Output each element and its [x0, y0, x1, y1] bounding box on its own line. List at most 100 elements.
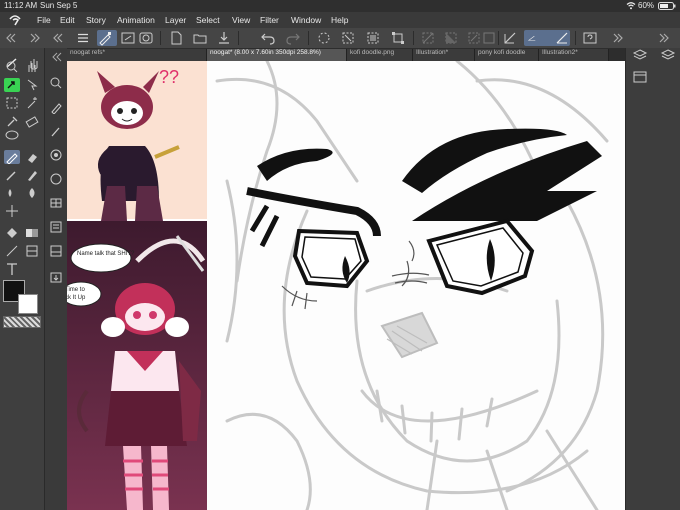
- transform-tool-icon[interactable]: [4, 204, 20, 218]
- menu-filter[interactable]: Filter: [260, 15, 279, 25]
- eraser-icon[interactable]: [24, 150, 40, 164]
- color-wheel-icon[interactable]: [48, 148, 64, 162]
- fill-bucket-icon[interactable]: [4, 226, 20, 240]
- speech-bubble-text-2: Time to: [67, 287, 85, 293]
- blend-icon[interactable]: [24, 186, 40, 200]
- tab-label: noogat refs*: [70, 49, 106, 56]
- reference-image-panel[interactable]: ?? Name talk that SHIT? Time to ck It Up: [67, 61, 207, 510]
- color-circle-icon[interactable]: [138, 30, 154, 46]
- magic-wand-icon[interactable]: [24, 96, 40, 110]
- transform-icon[interactable]: [390, 30, 406, 46]
- collapse-left-2-icon[interactable]: [49, 30, 63, 46]
- collapse-icon[interactable]: [48, 50, 64, 64]
- color-slider-icon[interactable]: [48, 172, 64, 186]
- menu-animation[interactable]: Animation: [117, 15, 155, 25]
- menu-help[interactable]: Help: [331, 15, 348, 25]
- menu-view[interactable]: View: [232, 15, 250, 25]
- drawing-canvas[interactable]: [207, 61, 625, 510]
- speech-bubble-text-3: ck It Up: [67, 295, 86, 301]
- help-icon[interactable]: [582, 30, 598, 46]
- brush-shape-icon[interactable]: [48, 124, 64, 138]
- tab-label: pony kofi doodle: [478, 49, 526, 56]
- brush-icon[interactable]: [24, 168, 40, 182]
- canvas-artwork: [207, 61, 625, 510]
- line-icon[interactable]: [4, 244, 20, 258]
- transparent-color-swatch[interactable]: [3, 316, 41, 328]
- tab-illustration2[interactable]: Illustration2*: [539, 49, 609, 61]
- undo-icon[interactable]: [260, 30, 276, 46]
- menu-window[interactable]: Window: [291, 15, 321, 25]
- intermediate-color-icon[interactable]: [48, 244, 64, 258]
- sub-color-swatch[interactable]: [18, 294, 38, 314]
- save-icon[interactable]: [216, 30, 232, 46]
- tab-noogat[interactable]: noogat* (8.00 x 7.60in 350dpi 258.8%): [207, 49, 347, 61]
- ruler-snap-icon[interactable]: [502, 30, 518, 46]
- collapse-right-icon[interactable]: [28, 30, 40, 46]
- show-area-icon[interactable]: [481, 30, 497, 46]
- pen-icon[interactable]: [4, 150, 20, 164]
- color-set-icon[interactable]: [48, 196, 64, 210]
- eyedropper-icon[interactable]: [4, 114, 20, 128]
- navigator-icon[interactable]: [632, 70, 648, 84]
- open-icon[interactable]: [192, 30, 208, 46]
- zoom-icon[interactable]: [4, 60, 20, 74]
- eraser-small-icon[interactable]: [24, 114, 40, 128]
- frame-icon[interactable]: [24, 244, 40, 258]
- wifi-icon: [626, 1, 636, 12]
- deselect-icon[interactable]: [420, 30, 436, 46]
- status-bar: 11:12 AM Sun Sep 5 60%: [0, 0, 680, 12]
- ellipse-icon[interactable]: [4, 128, 20, 142]
- layers-icon[interactable]: [632, 48, 648, 62]
- airbrush-icon[interactable]: [4, 186, 20, 200]
- pencil-icon[interactable]: [4, 168, 20, 182]
- app-logo-icon[interactable]: [8, 14, 22, 26]
- right-panel: [625, 48, 680, 510]
- tab-noogat-refs[interactable]: noogat refs*: [67, 49, 207, 61]
- menu-bar: File Edit Story Animation Layer Select V…: [0, 12, 680, 28]
- tool-palette: [0, 48, 45, 510]
- gradient-icon[interactable]: [24, 226, 40, 240]
- tool-property-icon[interactable]: [97, 30, 117, 46]
- collapse-right-2-icon[interactable]: [611, 30, 623, 46]
- tab-kofi-doodle[interactable]: kofi doodle.png: [347, 49, 413, 61]
- menu-file[interactable]: File: [37, 15, 51, 25]
- layer-property-icon[interactable]: [660, 48, 676, 62]
- loading-icon[interactable]: [316, 30, 332, 46]
- brush-size-icon[interactable]: [120, 30, 136, 46]
- speech-bubble-text: Name talk that SHIT?: [77, 251, 135, 257]
- tab-label: noogat* (8.00 x 7.60in 350dpi 258.8%): [210, 49, 321, 56]
- side-icon-bar: [45, 48, 68, 510]
- grid-snap-icon[interactable]: [554, 30, 570, 46]
- sub-tool-icon[interactable]: [48, 76, 64, 90]
- redo-icon[interactable]: [285, 30, 301, 46]
- status-date: Sun Sep 5: [40, 1, 78, 10]
- menu-select[interactable]: Select: [196, 15, 220, 25]
- menu-layer[interactable]: Layer: [165, 15, 186, 25]
- fill-icon[interactable]: [365, 30, 381, 46]
- material-icon[interactable]: [48, 270, 64, 284]
- collapse-left-icon[interactable]: [2, 30, 16, 46]
- invert-icon[interactable]: [443, 30, 459, 46]
- tab-pony-kofi-doodle[interactable]: pony kofi doodle: [475, 49, 539, 61]
- text-icon[interactable]: [4, 262, 20, 276]
- document-tabs: noogat refs* noogat* (8.00 x 7.60in 350d…: [67, 48, 625, 61]
- menu-story[interactable]: Story: [86, 15, 106, 25]
- move-hand-icon[interactable]: [24, 60, 40, 74]
- menu-edit[interactable]: Edit: [60, 15, 75, 25]
- command-bar: [0, 28, 680, 49]
- collapse-right-3-icon[interactable]: [657, 30, 669, 46]
- marquee-icon[interactable]: [4, 96, 20, 110]
- crop-icon[interactable]: [466, 30, 482, 46]
- tool-property-side-icon[interactable]: [48, 100, 64, 114]
- special-ruler-icon[interactable]: [524, 30, 558, 46]
- object-select-icon[interactable]: [24, 78, 40, 92]
- question-marks: ??: [159, 67, 179, 87]
- new-icon[interactable]: [168, 30, 184, 46]
- tab-label: kofi doodle.png: [350, 49, 395, 56]
- layer-move-icon[interactable]: [4, 78, 20, 92]
- tab-illustration[interactable]: Illustration*: [413, 49, 475, 61]
- clear-icon[interactable]: [340, 30, 356, 46]
- history-icon[interactable]: [48, 220, 64, 234]
- status-time: 11:12 AM: [4, 1, 38, 10]
- menu-icon[interactable]: [75, 30, 91, 46]
